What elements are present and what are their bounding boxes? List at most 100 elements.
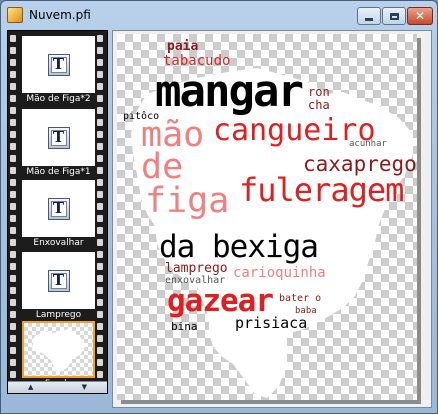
window-title: Nuvem.pfi (29, 8, 91, 22)
sprocket-hole (10, 131, 16, 138)
sprocket-hole (10, 155, 16, 162)
sprocket-hole (10, 359, 16, 366)
sprocket-hole (97, 287, 103, 294)
layer-strip: T Mão de Figa*2 T Mão de Figa*1 T Enxova… (7, 30, 108, 394)
scroll-up-icon[interactable]: ▲ (28, 384, 33, 391)
layer-thumbnail[interactable] (22, 321, 95, 378)
layer-thumbnail[interactable]: T (22, 180, 95, 237)
sprocket-hole (10, 167, 16, 174)
sprocket-hole (97, 119, 103, 126)
text-layer-icon: T (47, 197, 70, 220)
maximize-button[interactable] (382, 7, 406, 25)
sprocket-hole (97, 347, 103, 354)
sprocket-hole (10, 179, 16, 186)
sprocket-hole (10, 263, 16, 270)
sprocket-hole (10, 107, 16, 114)
text-layer-icon: T (47, 269, 70, 292)
sprocket-hole (97, 263, 103, 270)
sprocket-hole (10, 95, 16, 102)
maximize-icon (389, 12, 399, 20)
sprocket-hole (97, 47, 103, 54)
app-icon (7, 7, 23, 23)
sprocket-hole (10, 191, 16, 198)
word-prisiaca: prisiaca (235, 314, 308, 332)
word-carioquinha: carioquinha (233, 265, 326, 281)
sprocket-hole (97, 167, 103, 174)
sprocket-hole (97, 239, 103, 246)
sprocket-hole (97, 191, 103, 198)
sprocket-hole (97, 227, 103, 234)
sprocket-hole (97, 311, 103, 318)
sprocket-hole (10, 83, 16, 90)
canvas-shadow (417, 38, 421, 404)
layer-thumbnail[interactable]: T (22, 109, 95, 166)
minimize-button[interactable] (357, 7, 381, 25)
layer-frame-enxovalhar[interactable]: T Enxovalhar (22, 180, 95, 250)
sprocket-hole (97, 275, 103, 282)
title-bar[interactable]: Nuvem.pfi ✕ (1, 1, 437, 31)
sprocket-hole (10, 335, 16, 342)
layer-thumbnail[interactable]: T (22, 36, 95, 93)
sprocket-hole (10, 275, 16, 282)
sprocket-hole (97, 323, 103, 330)
sprocket-hole (10, 215, 16, 222)
sprocket-hole (97, 143, 103, 150)
layer-thumbnail[interactable]: T (22, 252, 95, 309)
sprocket-hole (97, 179, 103, 186)
sprocket-hole (10, 119, 16, 126)
word-da-bexiga: da bexiga (159, 229, 319, 265)
scroll-down-icon[interactable]: ▼ (82, 384, 87, 391)
layer-label[interactable]: Mão de Figa*2 (22, 93, 95, 106)
layer-frame-mao-de-figa-1[interactable]: T Mão de Figa*1 (22, 109, 95, 179)
sprocket-hole (97, 71, 103, 78)
sprocket-hole (97, 59, 103, 66)
layer-frame-mao-de-figa-2[interactable]: T Mão de Figa*2 (22, 36, 95, 106)
sprocket-hole (10, 371, 16, 378)
sprocket-hole (97, 359, 103, 366)
layer-frame-lamprego[interactable]: T Lamprego (22, 252, 95, 322)
layer-label[interactable]: Mão de Figa*1 (22, 166, 95, 179)
sprocket-hole (97, 131, 103, 138)
sprocket-hole (10, 311, 16, 318)
sprocket-hole (10, 59, 16, 66)
sprocket-hole (10, 239, 16, 246)
layer-label[interactable]: Enxovalhar (22, 237, 95, 250)
sprocket-hole (10, 323, 16, 330)
sprocket-hole (10, 299, 16, 306)
sprocket-hole (10, 143, 16, 150)
word-mangar: mangar (155, 66, 304, 117)
minimize-icon (365, 17, 373, 21)
sprocket-hole (10, 251, 16, 258)
close-button[interactable]: ✕ (407, 7, 433, 25)
sprocket-hole (97, 299, 103, 306)
word-figa: figa (145, 181, 230, 221)
sprocket-column-right (97, 31, 105, 395)
text-layer-icon: T (47, 126, 70, 149)
sprocket-hole (97, 155, 103, 162)
sprocket-hole (97, 203, 103, 210)
text-layer-icon: T (47, 53, 70, 76)
sprocket-hole (10, 347, 16, 354)
sprocket-hole (10, 227, 16, 234)
sprocket-hole (10, 203, 16, 210)
sprocket-hole (97, 107, 103, 114)
image-canvas[interactable]: paia tabacudo mangar ron cha pitôco mão … (117, 34, 417, 400)
sprocket-hole (10, 287, 16, 294)
close-icon: ✕ (414, 9, 426, 23)
canvas-shadow (121, 400, 421, 404)
word-fuleragem: fuleragem (239, 171, 404, 209)
word-de: de (141, 147, 184, 187)
strip-scrollbar[interactable]: ▲ ▼ (8, 381, 107, 393)
sprocket-hole (97, 335, 103, 342)
sprocket-hole (97, 95, 103, 102)
sprocket-hole (97, 35, 103, 42)
word-paia: paia (167, 39, 199, 54)
background-map-thumbnail (32, 329, 86, 373)
sprocket-column-left (10, 31, 18, 395)
word-acunhar: acunhar (349, 139, 387, 149)
word-lamprego: lamprego (165, 261, 228, 276)
word-gazear: gazear (167, 283, 274, 319)
sprocket-hole (97, 251, 103, 258)
sprocket-hole (97, 215, 103, 222)
word-bater-o: bater o (279, 293, 322, 304)
